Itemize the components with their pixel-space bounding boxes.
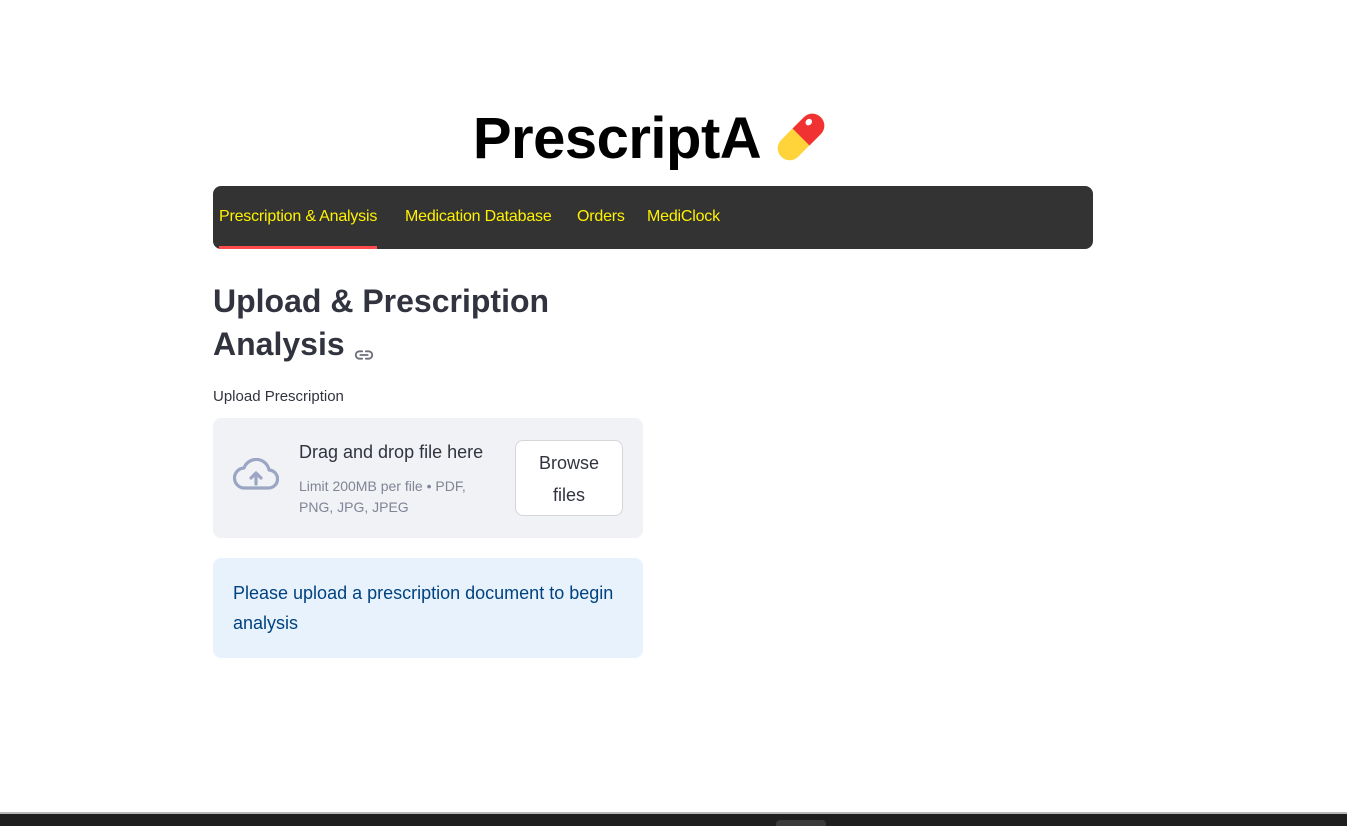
app-title: PrescriptA (213, 104, 1093, 175)
info-alert: Please upload a prescription document to… (213, 558, 643, 658)
tab-mediclock[interactable]: MediClock (647, 186, 720, 249)
link-icon[interactable] (353, 334, 375, 360)
dropzone-title: Drag and drop file here (299, 442, 484, 462)
cloud-upload-icon (232, 457, 280, 494)
os-taskbar (0, 812, 1347, 826)
pill-icon (769, 105, 833, 169)
browse-label-line1: Browse (538, 453, 600, 473)
app-title-text: PrescriptA (472, 106, 762, 171)
upload-prescription-label: Upload Prescription (213, 388, 344, 405)
tab-orders[interactable]: Orders (577, 186, 625, 249)
dropzone-limit-text: Limit 200MB per file • PDF, PNG, JPG, JP… (299, 478, 466, 515)
page-heading-line1: Upload & Prescription (213, 283, 550, 319)
browse-files-button[interactable]: Browse files (515, 440, 623, 516)
tab-medication-database[interactable]: Medication Database (405, 186, 552, 249)
browse-label-line2: files (552, 485, 585, 505)
top-navigation-bar: Prescription & Analysis Medication Datab… (213, 186, 1093, 249)
page-heading: Upload & Prescription Analysis (213, 280, 633, 366)
info-message: Please upload a prescription document to… (233, 583, 614, 633)
taskbar-item[interactable] (776, 820, 826, 826)
page-heading-line2: Analysis (213, 326, 345, 362)
file-dropzone[interactable]: Drag and drop file here Limit 200MB per … (213, 418, 643, 538)
tab-prescription-analysis[interactable]: Prescription & Analysis (219, 186, 377, 249)
